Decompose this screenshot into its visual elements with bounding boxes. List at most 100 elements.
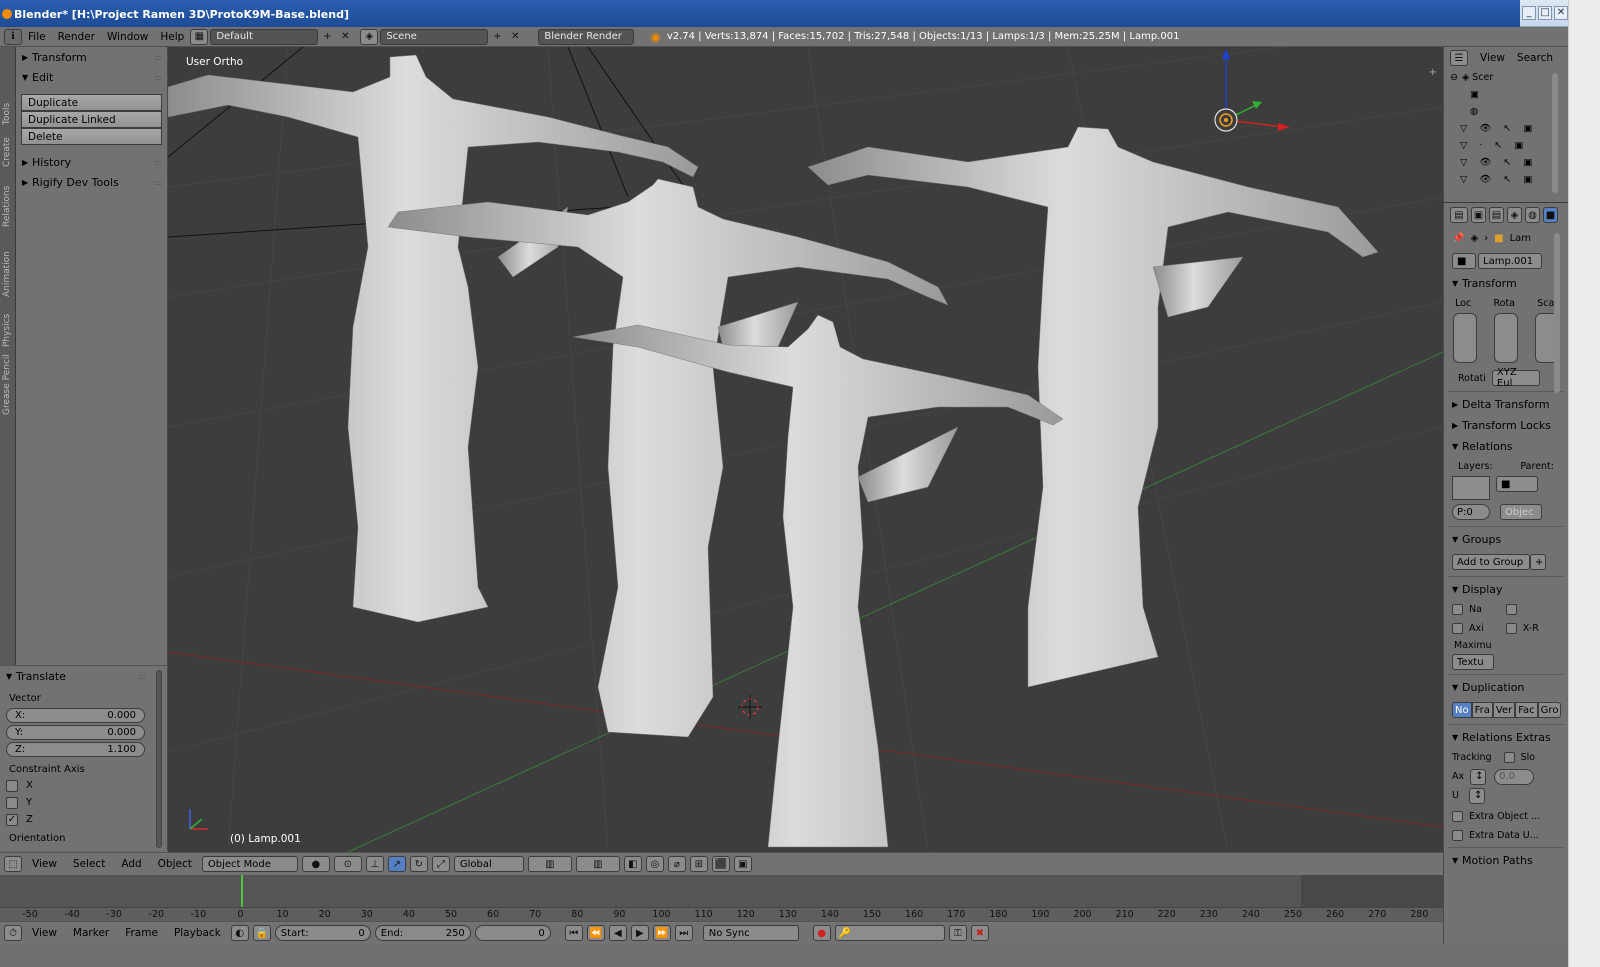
render-icon[interactable]: ⬛: [711, 856, 730, 872]
proportional-edit-icon[interactable]: ◎: [645, 856, 664, 872]
grip-icon[interactable]: ::::: [154, 53, 162, 62]
constraint-z-checkbox[interactable]: ✓ Z: [0, 811, 167, 828]
play-icon[interactable]: ▶: [630, 925, 649, 941]
maximize-icon[interactable]: □: [1538, 6, 1552, 20]
cursor-icon[interactable]: ↖: [1503, 157, 1511, 168]
tab-create[interactable]: Create: [2, 137, 12, 167]
operator-scrollbar[interactable]: [156, 670, 162, 848]
eye-icon[interactable]: 👁: [1479, 174, 1491, 185]
sync-select[interactable]: No Sync: [702, 925, 799, 941]
panel-relations-extras[interactable]: ▼ Relations Extras: [1444, 727, 1568, 748]
render-tab-icon[interactable]: ▣: [1471, 207, 1486, 223]
constraint-x-checkbox[interactable]: X: [0, 777, 167, 794]
dup-group-button[interactable]: Gro: [1537, 702, 1562, 718]
scene-tab-icon[interactable]: ◈: [1507, 207, 1522, 223]
tl-menu-frame[interactable]: Frame: [119, 925, 164, 941]
layers-icon[interactable]: ▥: [575, 856, 620, 872]
outliner-scene-row[interactable]: ⊖ ◈ Scer: [1444, 69, 1568, 86]
jump-end-icon[interactable]: ⏭: [674, 925, 693, 941]
object-data-icon[interactable]: ■: [1452, 253, 1476, 269]
parent-field[interactable]: ■: [1496, 476, 1538, 492]
insert-key-icon[interactable]: ⚿: [948, 925, 967, 941]
camera-icon[interactable]: ▣: [1523, 157, 1532, 168]
menu-select[interactable]: Select: [67, 856, 111, 872]
delete-button[interactable]: Delete: [21, 128, 162, 145]
properties-scrollbar[interactable]: [1554, 233, 1560, 393]
jump-start-icon[interactable]: ⏮: [564, 925, 583, 941]
up-axis-select[interactable]: ↕: [1468, 787, 1485, 804]
editor-type-icon[interactable]: ⬚: [4, 856, 22, 872]
tab-grease-pencil[interactable]: Grease Pencil: [2, 354, 12, 415]
duplicate-linked-button[interactable]: Duplicate Linked: [21, 111, 162, 128]
layout-field[interactable]: Default: [210, 28, 319, 45]
lock-icon[interactable]: 🔒: [252, 925, 271, 941]
panel-motion-paths[interactable]: ▼ Motion Paths: [1444, 850, 1568, 871]
tab-physics[interactable]: Physics: [2, 314, 12, 347]
menu-window[interactable]: Window: [101, 29, 154, 45]
delete-key-icon[interactable]: ✖: [970, 925, 989, 941]
camera-icon[interactable]: ▣: [733, 856, 752, 872]
snap-target-icon[interactable]: ⊞: [689, 856, 708, 872]
current-frame-field[interactable]: 0: [474, 925, 551, 941]
panel-display[interactable]: ▼ Display: [1444, 579, 1568, 600]
outliner-menu-search[interactable]: Search: [1517, 50, 1553, 66]
rotation-mode-select[interactable]: XYZ Eul: [1491, 367, 1540, 389]
vector-x-field[interactable]: X: 0.000: [6, 708, 145, 723]
dup-frames-button[interactable]: Fra: [1471, 702, 1493, 718]
scene-field[interactable]: Scene: [380, 28, 489, 45]
panel-obj-transform[interactable]: ▼ Transform: [1444, 273, 1568, 294]
tab-relations[interactable]: Relations: [2, 186, 12, 227]
slow-parent-offset-field[interactable]: 0.0: [1494, 768, 1535, 785]
menu-add[interactable]: Add: [115, 856, 147, 872]
grip-icon[interactable]: ::::: [154, 73, 162, 82]
render-engine-select[interactable]: Blender Render: [538, 28, 635, 45]
pin-icon[interactable]: 📌: [1452, 233, 1464, 244]
menu-file[interactable]: File: [22, 29, 52, 45]
eye-icon[interactable]: 👁: [1479, 123, 1491, 134]
keying-set-icon[interactable]: 🔑: [834, 925, 945, 941]
rotate-icon[interactable]: ↻: [409, 856, 428, 872]
object-name-field[interactable]: Lamp.001: [1478, 253, 1542, 269]
collapse-icon[interactable]: ⊖: [1450, 72, 1458, 83]
display-axis-checkbox[interactable]: Axi X-R: [1444, 619, 1568, 638]
info-editor-icon[interactable]: ℹ: [4, 28, 22, 45]
snap-icon[interactable]: ⌀: [667, 856, 686, 872]
menu-object[interactable]: Object: [152, 856, 198, 872]
menu-render[interactable]: Render: [52, 29, 101, 45]
add-layout-icon[interactable]: +: [318, 28, 337, 45]
vector-z-field[interactable]: Z: 1.100: [6, 742, 145, 757]
panel-relations[interactable]: ▼ Relations: [1444, 436, 1568, 457]
outliner-row[interactable]: ◍: [1444, 103, 1568, 120]
cursor-icon[interactable]: ↖: [1494, 140, 1502, 151]
menu-view[interactable]: View: [26, 856, 63, 872]
eye-icon[interactable]: 👁: [1479, 157, 1491, 168]
minimize-icon[interactable]: _: [1522, 6, 1536, 20]
3d-viewport[interactable]: User Ortho (0) Lamp.001 +: [168, 47, 1443, 852]
parent-type-select[interactable]: Objec: [1500, 504, 1542, 520]
lock-layers-icon[interactable]: ◧: [623, 856, 642, 872]
add-icon[interactable]: +: [1530, 554, 1546, 570]
add-scene-icon[interactable]: +: [488, 28, 507, 45]
extra-object-checkbox[interactable]: Extra Object ...: [1444, 807, 1568, 826]
camera-icon[interactable]: ▣: [1523, 174, 1532, 185]
world-tab-icon[interactable]: ◍: [1525, 207, 1540, 223]
location-field[interactable]: [1452, 313, 1477, 363]
checkbox-icon[interactable]: [1505, 604, 1517, 615]
panel-groups[interactable]: ▼ Groups: [1444, 529, 1568, 550]
checkbox-icon[interactable]: [1505, 623, 1517, 634]
display-name-checkbox[interactable]: Na: [1444, 600, 1568, 619]
layers-grid[interactable]: [1452, 476, 1490, 500]
manipulator-icon[interactable]: ⊥: [365, 856, 384, 872]
scene-icon[interactable]: ◈: [360, 28, 379, 45]
tl-menu-playback[interactable]: Playback: [168, 925, 227, 941]
outliner-row[interactable]: ▽ 👁 ↖ ▣: [1444, 154, 1568, 171]
panel-edit[interactable]: ▼ Edit::::: [16, 67, 167, 87]
layers-icon[interactable]: ▥: [527, 856, 572, 872]
panel-delta-transform[interactable]: ▶ Delta Transform: [1444, 394, 1568, 415]
panel-history[interactable]: ▶ History::::: [16, 152, 167, 172]
record-icon[interactable]: ●: [812, 925, 831, 941]
panel-translate[interactable]: ▼ Translate::::: [0, 666, 167, 686]
dup-none-button[interactable]: No: [1452, 702, 1472, 718]
outliner-type-icon[interactable]: ☰: [1450, 50, 1468, 66]
preview-range-icon[interactable]: ◐: [230, 925, 249, 941]
